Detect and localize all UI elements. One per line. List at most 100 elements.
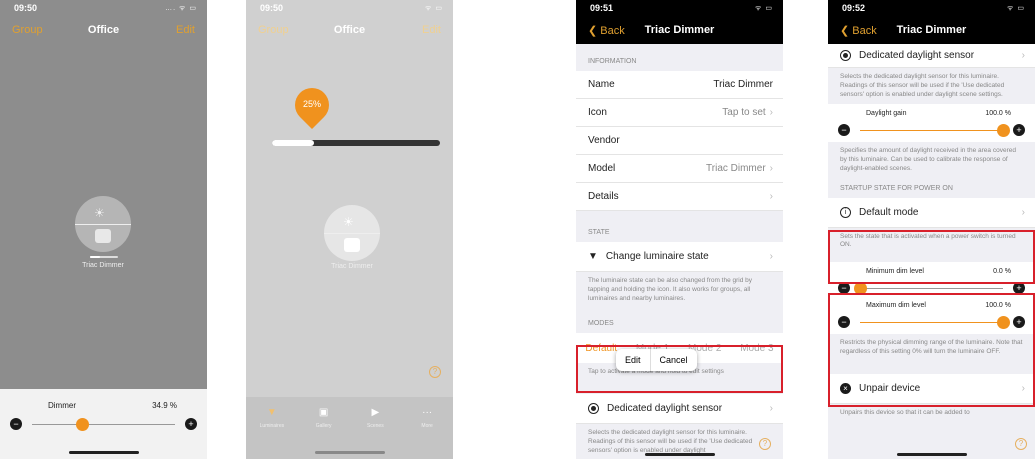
minus-icon[interactable]: − (838, 124, 850, 137)
chevron-right-icon: › (769, 107, 773, 118)
name-value: Triac Dimmer (713, 79, 773, 90)
slider-knob[interactable] (997, 123, 1010, 137)
minus-icon[interactable]: − (10, 418, 22, 430)
status-bar: 09:50 ᯤ ▭ (246, 0, 453, 16)
status-icons: ᯤ ▭ (1007, 4, 1025, 12)
status-time: 09:52 (842, 3, 866, 13)
chevron-left-icon: ❮ (588, 24, 601, 37)
radio-icon (840, 50, 851, 61)
change-state-cell[interactable]: ▼ Change luminaire state › (576, 242, 783, 272)
slider-track[interactable] (854, 281, 1003, 295)
default-mode-cell[interactable]: i Default mode › (828, 197, 1035, 228)
icon-value: Tap to set (722, 107, 766, 118)
nav-bar: Group Office Edit (246, 16, 453, 44)
status-bar: 09:51 ᯤ ▭ (576, 0, 783, 16)
level-bar[interactable] (272, 140, 440, 146)
status-bar: 09:50 …. ᯤ ▭ (0, 0, 207, 16)
lamp-icon: ▼ (266, 407, 277, 418)
back-button[interactable]: ❮ Back (588, 24, 625, 37)
dimmer-device-icon (344, 238, 360, 252)
daylight-note: Selects the dedicated daylight sensor fo… (840, 73, 1005, 98)
daylight-gain-cell: Daylight gain 100.0 % − + (828, 104, 1035, 143)
dimmer-panel: Dimmer 34.9 % − + (0, 389, 207, 459)
gain-note: Specifies the amount of daylight receive… (840, 147, 1016, 172)
status-bar: 09:52 ᯤ ▭ (828, 0, 1035, 16)
tab-luminaires[interactable]: ▼ Luminaires (252, 407, 292, 459)
daylight-gain-slider[interactable]: − + (838, 117, 1025, 137)
home-indicator (896, 453, 967, 456)
slider-track[interactable] (32, 417, 175, 431)
home-indicator (314, 451, 385, 454)
daylight-sensor-cell[interactable]: Dedicated daylight sensor › (828, 44, 1035, 68)
gain-label: Daylight gain (866, 110, 907, 118)
back-label: Back (852, 24, 877, 37)
divider (75, 224, 131, 225)
section-header-information: INFORMATION (588, 58, 637, 65)
edit-button[interactable]: Edit (176, 24, 195, 36)
model-value: Triac Dimmer (706, 163, 766, 174)
details-cell[interactable]: Details › (576, 183, 783, 211)
cell-label: Model (588, 163, 616, 174)
status-icons: …. ᯤ ▭ (165, 4, 197, 12)
group-button[interactable]: Group (12, 24, 43, 36)
chevron-right-icon: › (769, 191, 773, 202)
chevron-right-icon: › (1021, 50, 1025, 61)
chevron-right-icon: › (769, 403, 773, 415)
home-indicator (644, 453, 715, 456)
help-icon[interactable]: ? (759, 438, 771, 450)
chevron-left-icon: ❮ (840, 24, 853, 37)
daylight-sensor-cell[interactable]: Dedicated daylight sensor › (576, 394, 783, 425)
status-icons: ᯤ ▭ (425, 4, 443, 12)
section-header-modes: MODES (588, 320, 614, 328)
gallery-icon: ▣ (318, 407, 329, 418)
screen-office-dimmer: 09:50 …. ᯤ ▭ Group Office Edit ☀ Triac D… (0, 0, 207, 459)
section-header-state: STATE (588, 229, 610, 236)
cell-label: Dedicated daylight sensor (607, 403, 723, 415)
group-button[interactable]: Group (258, 24, 289, 36)
screen-luminaire-details: 09:51 ᯤ ▭ ❮ Back Triac Dimmer INFORMATIO… (576, 0, 783, 459)
screen-luminaire-settings: 09:52 ᯤ ▭ ❮ Back Triac Dimmer Dedicated … (828, 0, 1035, 459)
screen-office-adjusting: 09:50 ᯤ ▭ Group Office Edit 25% ☀ Triac … (246, 0, 453, 459)
tab-label: More (421, 423, 433, 429)
cell-label: Default mode (859, 206, 919, 218)
bulb-icon: ☀ (94, 206, 105, 220)
scenes-icon: ▶ (371, 407, 380, 418)
plus-icon[interactable]: + (1013, 124, 1025, 137)
luminaire-level-bar (90, 256, 118, 258)
cell-label: Icon (588, 107, 607, 118)
tab-label: Luminaires (259, 423, 285, 429)
dim-range-highlight (828, 293, 1035, 407)
edit-button[interactable]: Edit (422, 24, 441, 36)
bulb-icon: ☀ (343, 215, 354, 229)
slider-track[interactable] (860, 123, 1010, 137)
dimmer-slider[interactable]: − + (0, 410, 207, 431)
tab-bar: ▼ Luminaires ▣ Gallery ▶ Scenes ··· More (246, 397, 453, 459)
status-icons: ᯤ ▭ (755, 4, 773, 12)
home-indicator (68, 451, 139, 454)
cell-label: Vendor (588, 135, 620, 146)
vendor-cell: Vendor (576, 127, 783, 155)
level-pin-value: 25% (302, 99, 321, 109)
back-button[interactable]: ❮ Back (840, 24, 877, 37)
modes-highlight (576, 345, 783, 393)
tab-label: Gallery (315, 423, 332, 429)
name-cell[interactable]: Name Triac Dimmer (576, 71, 783, 99)
luminaire-tile[interactable]: ☀ (324, 205, 380, 261)
info-icon: i (840, 206, 851, 218)
tab-label: Scenes (367, 423, 384, 429)
nav-bar: ❮ Back Triac Dimmer (576, 16, 783, 44)
help-icon[interactable]: ? (429, 366, 441, 378)
help-icon[interactable]: ? (1015, 438, 1027, 450)
section-header-startup: STARTUP STATE FOR POWER ON (840, 184, 953, 192)
slider-knob[interactable] (75, 417, 89, 431)
model-cell[interactable]: Model Triac Dimmer › (576, 155, 783, 183)
nav-bar: Group Office Edit (0, 16, 207, 44)
tab-more[interactable]: ··· More (407, 407, 447, 459)
chevron-right-icon: › (769, 163, 773, 174)
luminaire-tile[interactable]: ☀ (75, 196, 131, 252)
cell-label: Dedicated daylight sensor (859, 50, 975, 61)
more-icon: ··· (422, 407, 433, 418)
back-label: Back (600, 24, 625, 37)
icon-cell[interactable]: Icon Tap to set › (576, 99, 783, 127)
plus-icon[interactable]: + (185, 418, 197, 430)
